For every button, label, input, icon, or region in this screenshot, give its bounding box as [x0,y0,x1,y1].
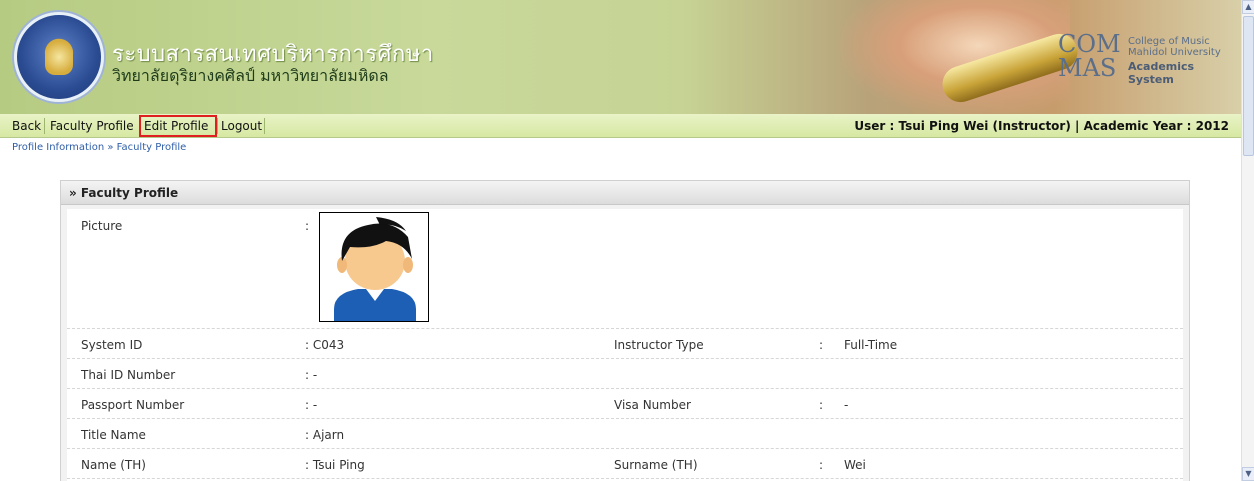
picture-row: Picture : [67,209,1183,329]
brand-system: Academics System [1128,60,1195,86]
system-id-value: : C043 [305,338,345,352]
table-row: Name (TH) : Tsui Ping Surname (TH) : Wei [67,450,1183,479]
brand-mas: MAS [1058,54,1117,82]
header-banner: ระบบสารสนเทศบริหารการศึกษา วิทยาลัยดุริย… [0,0,1241,114]
visa-number-colon: : [819,398,824,412]
page: ระบบสารสนเทศบริหารการศึกษา วิทยาลัยดุริย… [0,0,1241,481]
nav-separator [44,118,45,134]
table-row: Thai ID Number : - [67,360,1183,389]
name-th-value: : Tsui Ping [305,458,365,472]
breadcrumb[interactable]: Profile Information » Faculty Profile [12,142,186,153]
visa-number-value: - [844,398,849,412]
brand-university: Mahidol University [1128,47,1221,58]
instructor-type-value: Full-Time [844,338,898,352]
panel-body: Picture : System ID: C043 Instructor Ty… [67,209,1183,481]
passport-number-value: : - [305,398,318,412]
nav-separator [217,118,218,134]
system-id-label: System ID [81,338,143,352]
edit-profile-highlight [139,115,217,137]
table-row: System ID : C043 Instructor Type : Full-… [67,330,1183,359]
nav-faculty-profile-link[interactable]: Faculty Profile [50,117,134,135]
surname-th-label: Surname (TH) [614,458,698,472]
instructor-type-colon: : [819,338,824,352]
scroll-down-icon[interactable]: ▼ [1242,467,1254,481]
picture-label: Picture [81,219,123,233]
faculty-profile-panel: » Faculty Profile Picture : System ID: … [60,180,1190,481]
title-name-value: : Ajarn [305,428,345,442]
title-name-label: Title Name [81,428,146,442]
surname-th-value: Wei [844,458,866,472]
user-info: User : Tsui Ping Wei (Instructor) | Acad… [854,119,1229,133]
visa-number-label: Visa Number [614,398,691,412]
nav-bar: Back Faculty Profile Edit Profile Logout… [0,114,1241,138]
name-th-label: Name (TH) [81,458,146,472]
picture-colon: : [305,219,310,233]
thai-id-value: : - [305,368,318,382]
comas-logo: COM MAS College of Music Mahidol Univers… [1058,30,1238,90]
scroll-up-icon[interactable]: ▲ [1242,0,1254,14]
nav-back-link[interactable]: Back [12,117,41,135]
surname-th-colon: : [819,458,824,472]
college-subtitle: วิทยาลัยดุริยางคศิลป์ มหาวิทยาลัยมหิดล [112,66,389,85]
vertical-scrollbar[interactable]: ▲ ▼ [1241,0,1254,481]
nav-logout-link[interactable]: Logout [221,117,262,135]
thai-id-label: Thai ID Number [81,368,176,382]
table-row: Passport Number : - Visa Number : - [67,390,1183,419]
brand-college: College of Music [1128,36,1210,47]
table-row: Title Name : Ajarn [67,420,1183,449]
passport-number-label: Passport Number [81,398,185,412]
instructor-type-label: Instructor Type [614,338,704,352]
panel-title: » Faculty Profile [61,181,1189,205]
nav-separator [264,118,265,134]
university-seal-icon [14,12,104,102]
avatar-icon [319,212,429,322]
scroll-thumb[interactable] [1243,16,1254,156]
